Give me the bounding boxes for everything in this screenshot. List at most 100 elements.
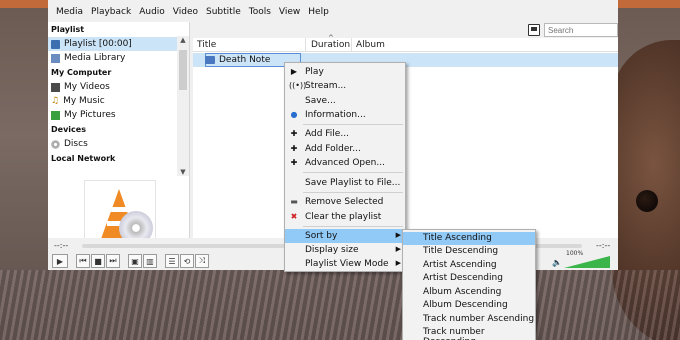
sidebar-item-discs[interactable]: Discs [48, 137, 189, 151]
playlist-view-toggle-icon[interactable] [528, 24, 540, 36]
sidebar-item-playlist[interactable]: Playlist [00:00] [48, 37, 189, 51]
previous-button[interactable]: ⏮ [76, 254, 90, 268]
sort-submenu: Title Ascending Title Descending Artist … [402, 229, 536, 340]
play-icon: ▶ [290, 67, 298, 76]
next-button[interactable]: ⏭ [106, 254, 120, 268]
menu-subtitle[interactable]: Subtitle [202, 7, 245, 17]
column-duration[interactable]: Duration [311, 40, 350, 50]
sort-title-descending[interactable]: Title Descending [403, 245, 535, 258]
previous-icon: ⏮ [79, 256, 87, 265]
menu-separator [303, 172, 403, 173]
sidebar-scrollbar[interactable]: ▲ ▼ [177, 36, 189, 176]
sidebar-item-media-library[interactable]: Media Library [48, 51, 189, 65]
add-icon: ✚ [290, 158, 298, 167]
media-library-icon [51, 53, 60, 63]
sidebar-item-my-videos[interactable]: My Videos [48, 80, 189, 94]
sidebar-item-label: My Videos [64, 82, 110, 92]
stream-icon: ((•)) [289, 81, 307, 90]
menu-sort-by[interactable]: Sort by ▶ [285, 229, 405, 243]
menu-video[interactable]: Video [169, 7, 202, 17]
menu-playlist-view-mode[interactable]: Playlist View Mode ▶ [285, 257, 405, 271]
submenu-arrow-icon: ▶ [395, 245, 401, 253]
menu-display-size[interactable]: Display size ▶ [285, 243, 405, 257]
menu-save-playlist[interactable]: Save Playlist to File... [285, 176, 405, 190]
column-divider[interactable] [351, 38, 352, 52]
stop-button[interactable]: ■ [91, 254, 105, 268]
fullscreen-button[interactable]: ▣ [128, 254, 142, 268]
submenu-arrow-icon: ▶ [395, 259, 401, 267]
sidebar-section-devices: Devices [51, 125, 86, 134]
sort-title-ascending[interactable]: Title Ascending [403, 232, 535, 245]
row-title: Death Note [219, 55, 271, 65]
menu-play[interactable]: ▶ Play [285, 65, 405, 79]
sidebar-section-my-computer: My Computer [51, 68, 112, 77]
menu-separator [303, 192, 403, 193]
loop-icon: ⟲ [183, 256, 191, 266]
sidebar-item-label: Discs [64, 139, 88, 149]
volume-slider[interactable]: 100% [564, 250, 612, 268]
menu-stream[interactable]: ((•)) Stream... [285, 79, 405, 93]
sidebar-item-my-music[interactable]: ♫ My Music [48, 94, 189, 108]
playlist-button[interactable]: ☰ [165, 254, 179, 268]
pictures-icon [51, 110, 60, 120]
search-input[interactable] [544, 23, 618, 37]
extended-settings-button[interactable]: ▥ [143, 254, 157, 268]
sort-track-descending[interactable]: Track number Descending [403, 326, 535, 340]
sort-artist-ascending[interactable]: Artist Ascending [403, 259, 535, 272]
elapsed-time: --:-- [54, 241, 69, 250]
sidebar-item-label: My Pictures [64, 110, 116, 120]
playlist-toolbar [528, 22, 618, 38]
menu-clear-playlist[interactable]: ✖ Clear the playlist [285, 210, 405, 224]
column-album[interactable]: Album [356, 40, 385, 50]
menu-add-file[interactable]: ✚ Add File... [285, 127, 405, 141]
loop-button[interactable]: ⟲ [180, 254, 194, 268]
menu-information[interactable]: ● Information... [285, 108, 405, 122]
menu-media[interactable]: Media [52, 7, 87, 17]
menu-playback[interactable]: Playback [87, 7, 135, 17]
folder-icon [205, 56, 215, 64]
remove-icon: ▬ [290, 197, 298, 206]
volume-fill [564, 256, 610, 268]
scroll-up-icon[interactable]: ▲ [177, 36, 189, 44]
sidebar-section-playlist: Playlist [51, 25, 85, 34]
context-menu: ▶ Play ((•)) Stream... Save... ● Informatio… [284, 62, 406, 272]
menu-save[interactable]: Save... [285, 94, 405, 108]
menu-advanced-open[interactable]: ✚ Advanced Open... [285, 156, 405, 170]
next-icon: ⏭ [109, 256, 117, 265]
video-icon [51, 82, 60, 92]
sidebar: Playlist Playlist [00:00] Media Library … [48, 22, 190, 252]
row-title-cell: Death Note [205, 55, 270, 65]
column-divider[interactable] [305, 38, 306, 52]
add-icon: ✚ [290, 144, 298, 153]
menu-help[interactable]: Help [304, 7, 333, 17]
menu-add-folder[interactable]: ✚ Add Folder... [285, 142, 405, 156]
wallpaper-grass [0, 270, 680, 340]
menu-remove-selected[interactable]: ▬ Remove Selected [285, 195, 405, 209]
info-icon: ● [290, 110, 298, 119]
sidebar-item-label: My Music [63, 96, 105, 106]
menubar: Media Playback Audio Video Subtitle Tool… [48, 3, 333, 21]
column-title[interactable]: Title [197, 40, 216, 50]
sidebar-item-label: Playlist [00:00] [64, 39, 132, 49]
fullscreen-icon: ▣ [131, 256, 139, 266]
scroll-thumb[interactable] [179, 50, 187, 90]
equalizer-icon: ▥ [146, 256, 154, 266]
shuffle-button[interactable]: ⤨ [195, 254, 209, 268]
menu-audio[interactable]: Audio [135, 7, 169, 17]
scroll-down-icon[interactable]: ▼ [177, 168, 189, 176]
playlist-toggle-icon: ☰ [168, 256, 176, 266]
submenu-arrow-icon: ▶ [395, 231, 401, 239]
menu-tools[interactable]: Tools [245, 7, 275, 17]
sort-album-descending[interactable]: Album Descending [403, 299, 535, 312]
sidebar-item-my-pictures[interactable]: My Pictures [48, 108, 189, 122]
menu-view[interactable]: View [275, 7, 304, 17]
menu-separator [303, 124, 403, 125]
shuffle-icon: ⤨ [198, 256, 206, 265]
play-button[interactable]: ▶ [52, 254, 68, 268]
sort-track-ascending[interactable]: Track number Ascending [403, 313, 535, 326]
playlist-icon [51, 39, 60, 49]
sort-album-ascending[interactable]: Album Ascending [403, 286, 535, 299]
total-time: --:-- [596, 241, 611, 250]
speaker-icon[interactable]: 🔈 [552, 258, 562, 267]
sort-artist-descending[interactable]: Artist Descending [403, 272, 535, 285]
